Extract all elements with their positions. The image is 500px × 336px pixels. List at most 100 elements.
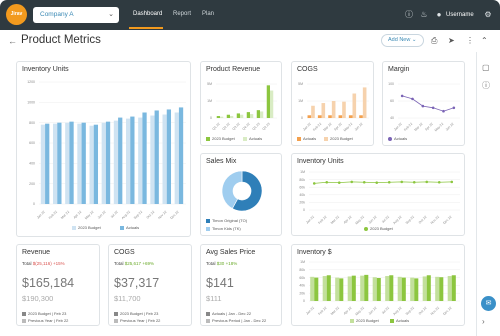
x-tick-label: Jun 22 [368,306,378,316]
bar [246,112,250,118]
y-tick-label: 600 [29,141,35,145]
kpi-title: COGS [114,249,135,256]
x-tick-label: Aug 22 [392,306,402,316]
data-point [362,180,366,184]
data-point [431,106,435,110]
info-icon[interactable]: ⓘ [482,80,490,91]
bar [347,276,352,301]
bar [447,276,452,301]
x-tick-label: May 22 [354,215,365,226]
data-point [387,180,391,184]
margin-chart: 100 60 40 Jan 22 Feb 22 Mar 22 Apr 22 May 22 Jun… [388,82,460,132]
x-tick-label: Jan 22 [305,306,315,316]
username[interactable]: Username [446,12,474,18]
bar [311,105,315,118]
arrow-left-icon[interactable]: ← [8,36,17,46]
bar [310,276,315,301]
bar [326,275,331,301]
logo[interactable]: Jirav [6,4,27,25]
bar [389,275,394,301]
bar [410,277,415,301]
x-tick-label: Jul 22 [381,215,390,224]
chat-button[interactable]: ✉ [481,296,496,311]
chevron-up-icon[interactable]: ⌃ [481,36,488,45]
x-tick-label: Q1 23 [252,122,261,131]
user-icon[interactable]: ● [434,10,444,20]
bar [351,275,356,301]
avg-sales-price-kpi-card: Avg Sales Price Total $30 +18% $141 $111… [200,244,282,326]
data-point [411,97,414,101]
series-line [314,181,452,184]
bar [150,115,155,204]
x-tick-label: Jun 22 [97,210,107,220]
x-tick-label: Dec 22 [442,215,452,225]
y-tick-label: 20k [299,201,305,205]
bar [439,277,444,301]
add-new-label: Add New [388,37,411,43]
series-line [402,95,454,112]
bell-icon[interactable]: ♨ [419,10,429,20]
bar [317,115,322,118]
x-tick-label: Q3 22 [232,122,241,131]
x-tick-label: May 22 [84,210,95,221]
bar [397,276,402,301]
share-icon[interactable]: ➤ [448,36,455,45]
tab-plan[interactable]: Plan [202,11,214,17]
help-icon[interactable]: ⓘ [404,10,414,20]
print-icon[interactable]: ⎙ [431,36,437,46]
product-revenue-chart: 5M 1M 0Q1 22 Q2 22 Q3 22 Q4 22 Q1 23 Q2 23 [207,82,277,131]
bar [220,116,224,118]
x-tick-label: Oct 22 [146,210,156,220]
bar [260,111,264,118]
y-tick-label: 200 [29,182,35,186]
cogs-chart: 5M 1M 0 Jan 22 Feb 22 Mar 22 Apr 22 May 22 Jun 2… [298,82,369,133]
bar [69,121,74,204]
x-tick-label: Mar 22 [322,122,332,132]
tab-dashboard[interactable]: Dashboard [133,11,162,17]
bar [376,277,381,301]
kpi-previous: $111 [206,294,222,303]
legend-item-budget: 2023 Budget [72,225,101,230]
y-tick-label: 60k [299,276,305,280]
kpi-previous: $190,300 [22,294,54,303]
x-tick-label: Sep 22 [133,210,143,220]
y-tick-label: 1M [298,99,303,103]
data-point [375,181,379,184]
data-point [452,106,456,110]
bar [328,115,332,118]
more-icon[interactable]: ⋮ [466,36,474,45]
x-tick-label: Jan 22 [36,210,46,220]
comment-icon[interactable]: ▢ [482,63,490,72]
legend-item-actuals: Actuals [390,318,409,323]
y-tick-label: 5M [298,82,303,86]
bar [321,103,326,118]
y-tick-label: 60k [299,185,305,189]
gear-icon[interactable]: ⚙ [483,10,493,20]
y-tick-label: 0 [301,116,303,120]
x-tick-label: May 22 [343,122,354,133]
tab-report[interactable]: Report [173,11,191,17]
legend-item-previous: Previous Period | Jan - Dec 22 [206,318,266,323]
page-title: Product Metrics [21,34,101,46]
bar [426,275,431,301]
inventory-dollar-card: Inventory $ 1M 80k 60k 40k 20k 0 Jan 22 Feb 22 M… [291,244,465,326]
bar [359,115,363,118]
bar [125,118,131,204]
y-tick-label: 5M [207,82,212,86]
y-tick-label: 0 [210,116,212,120]
company-select[interactable]: Company A ⌄ [33,7,119,23]
x-tick-label: Jan 22 [393,122,403,132]
add-new-button[interactable]: Add New ⌄ [381,34,424,47]
sales-mix-chart [221,170,263,212]
bar [335,277,340,301]
bar [362,87,367,118]
bar [178,107,184,204]
x-tick-label: Feb 22 [48,210,58,220]
chevron-right-icon[interactable]: › [482,317,485,326]
bar [339,278,344,301]
inventory-units-line-chart: 1M 80k 60k 40k 20k 0Jan 22 Feb 22 Mar 22 Apr 22 M… [299,170,460,226]
legend-item-budget: 2023 Budget [324,136,353,141]
bar [364,274,369,301]
x-tick-label: Sep 22 [405,306,415,316]
x-tick-label: Q4 22 [242,122,251,131]
